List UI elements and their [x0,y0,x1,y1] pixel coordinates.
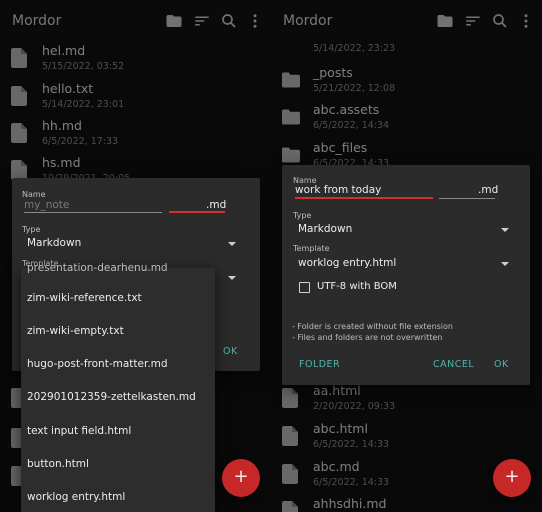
new-file-dialog: Name work from today .md Type Markdown T… [282,165,530,385]
template-dropdown: presentation-dearhenu.md zim-wiki-refere… [21,262,215,512]
template-option[interactable]: zim-wiki-reference.txt [27,292,142,304]
template-option[interactable]: worklog entry.html [27,491,125,503]
chevron-down-icon [228,242,236,246]
extension-input[interactable]: .md [206,199,226,211]
type-select[interactable]: Markdown [298,223,352,235]
folder-note: - Folder is created without file extensi… [292,322,453,331]
right-screen: Mordor 5/14/2022, 23:23 _posts 5/21/2022… [271,0,542,512]
template-option[interactable]: zim-wiki-empty.txt [27,325,124,337]
chevron-down-icon [501,262,509,266]
ok-button[interactable]: OK [494,359,509,370]
template-option[interactable]: hugo-post-front-matter.md [27,358,168,370]
name-input-underline [24,212,162,213]
plus-icon: + [504,466,520,487]
add-button[interactable]: + [222,459,260,497]
folder-button[interactable]: FOLDER [299,359,340,370]
name-label: Name [22,190,46,199]
name-input[interactable]: my_note [24,199,69,211]
template-option[interactable]: presentation-dearhenu.md [27,262,168,274]
cancel-button[interactable]: CANCEL [433,359,474,370]
chevron-down-icon [501,228,509,232]
bom-label: UTF-8 with BOM [317,281,397,292]
bom-checkbox[interactable] [299,282,310,293]
template-select[interactable]: worklog entry.html [298,257,396,269]
chevron-down-icon [228,276,236,280]
left-screen: Mordor hel.md 5/15/2022, 03:52 hello.txt… [0,0,271,512]
add-button[interactable]: + [493,459,531,497]
type-select[interactable]: Markdown [27,237,81,249]
plus-icon: + [233,466,249,487]
extension-input-underline [169,211,225,213]
name-input-underline [295,197,433,199]
type-label: Type [22,225,41,234]
template-option[interactable]: 202901012359-zettelkasten.md [27,391,196,403]
type-label: Type [293,211,312,220]
ok-button[interactable]: OK [223,346,238,357]
template-label: Template [293,244,330,253]
extension-input-underline [439,198,495,199]
extension-input[interactable]: .md [478,184,498,196]
template-option[interactable]: text input field.html [27,425,131,437]
template-option[interactable]: button.html [27,458,89,470]
name-input[interactable]: work from today [295,184,381,196]
overwrite-note: - Files and folders are not overwritten [292,333,443,342]
